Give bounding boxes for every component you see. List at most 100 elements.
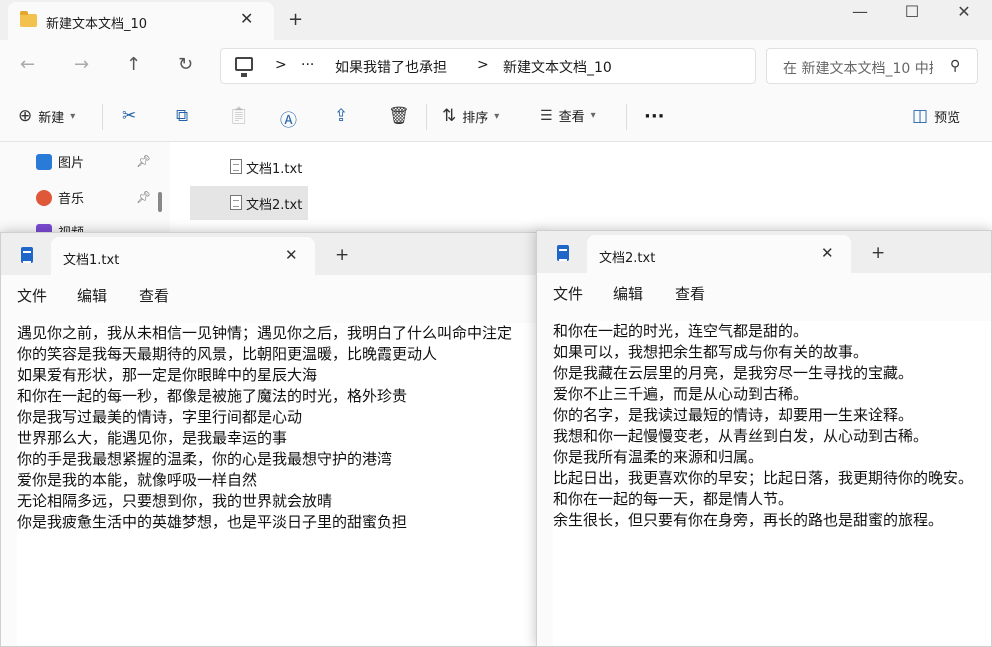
- plus-circle-icon: ⊕: [18, 106, 33, 126]
- menu-file[interactable]: 文件: [553, 283, 583, 304]
- text-line: 无论相隔多远，只要想到你，我的世界就会放晴: [17, 492, 333, 510]
- notepad-menu-bar: 文件 编辑 查看: [537, 273, 991, 309]
- text-line: 如果爱有形状，那一定是你眼眸中的星辰大海: [17, 366, 318, 384]
- refresh-button[interactable]: ↻: [178, 54, 193, 75]
- sidebar-item-music[interactable]: 音乐: [36, 188, 84, 207]
- notepad-icon: [557, 245, 569, 261]
- view-button-label: 查看: [558, 110, 585, 125]
- chevron-down-icon: ▾: [494, 110, 500, 122]
- list-view-icon: ☰: [540, 107, 553, 124]
- notepad-window-2: 文档2.txt ✕ + 文件 编辑 查看 和你在一起的时光，连空气都是甜的。 如…: [536, 230, 992, 647]
- address-bar[interactable]: > ··· 如果我错了也承担 > 新建文本文档_10: [220, 48, 756, 84]
- notepad-menu-bar: 文件 编辑 查看: [1, 275, 539, 311]
- text-line: 我想和你一起慢慢变老，从青丝到白发，从心动到古稀。: [553, 427, 929, 445]
- text-line: 比起日出，我更喜欢你的早安；比起日落，我更期待你的晚安。: [553, 469, 974, 487]
- notepad-tab[interactable]: 文档2.txt ✕: [587, 235, 851, 273]
- search-box[interactable]: 在 新建文本文档_10 中搜索 ⚲: [766, 48, 978, 84]
- file-name: 文档2.txt: [246, 197, 303, 213]
- text-line: 爱你不止三千遍，而是从心动到古稀。: [553, 385, 809, 403]
- copy-icon: ⧉: [176, 106, 189, 126]
- share-icon: ⇪: [334, 106, 349, 126]
- notepad-icon: [21, 247, 33, 263]
- notepad-new-tab-button[interactable]: +: [335, 245, 349, 265]
- address-more-button[interactable]: ···: [301, 57, 314, 73]
- preview-pane-icon: ◫: [912, 106, 929, 126]
- close-window-button[interactable]: ✕: [938, 0, 990, 32]
- rename-button[interactable]: Ⓐ: [280, 106, 297, 131]
- menu-view[interactable]: 查看: [675, 283, 705, 304]
- tab-close-icon[interactable]: ✕: [821, 244, 834, 262]
- more-options-button[interactable]: ···: [644, 106, 665, 127]
- menu-edit[interactable]: 编辑: [77, 285, 107, 306]
- explorer-tab-close-icon[interactable]: ✕: [240, 9, 253, 28]
- sort-icon: ⇅: [442, 106, 457, 126]
- notepad-window-1: 文档1.txt ✕ + 文件 编辑 查看 遇见你之前，我从未相信一见钟情；遇见你…: [0, 232, 540, 647]
- menu-view[interactable]: 查看: [139, 285, 169, 306]
- address-separator: >: [275, 57, 287, 73]
- explorer-title-bar: 新建文本文档_10 ✕ + — ☐ ✕: [0, 0, 992, 40]
- divider: [102, 104, 103, 130]
- trash-icon: 🗑︎: [388, 106, 410, 126]
- copy-button[interactable]: ⧉: [176, 106, 188, 126]
- menu-edit[interactable]: 编辑: [613, 283, 643, 304]
- music-icon: [36, 189, 52, 206]
- text-line: 你是我藏在云层里的月亮，是我穷尽一生寻找的宝藏。: [553, 364, 914, 382]
- explorer-nav-bar: ← → ↑ ↻ > ··· 如果我错了也承担 > 新建文本文档_10 在 新建文…: [0, 40, 992, 92]
- preview-pane-button[interactable]: ◫ 预览: [912, 106, 960, 126]
- sidebar-item-label: 音乐: [58, 192, 85, 207]
- text-line: 你是我写过最美的情诗，字里行间都是心动: [17, 408, 303, 426]
- text-line: 你是我疲惫生活中的英雄梦想，也是平淡日子里的甜蜜负担: [17, 513, 408, 531]
- command-bar: ⊕ 新建 ▾ ✂ ⧉ 📋︎ Ⓐ ⇪ 🗑︎ ⇅ 排序 ▾ ☰ 查看 ▾ ··· ◫…: [0, 92, 992, 142]
- maximize-button[interactable]: ☐: [886, 0, 938, 32]
- file-name: 文档1.txt: [246, 161, 303, 177]
- text-line: 你的笑容是我每天最期待的风景，比朝阳更温暖，比晚霞更动人: [17, 345, 438, 363]
- back-button[interactable]: ←: [20, 54, 35, 75]
- text-line: 你的手是我最想紧握的温柔，你的心是我最想守护的港湾: [17, 450, 393, 468]
- sidebar-scrollbar[interactable]: [158, 192, 162, 212]
- explorer-tab-title: 新建文本文档_10: [46, 17, 148, 32]
- menu-file[interactable]: 文件: [17, 285, 47, 306]
- sidebar-item-label: 图片: [58, 156, 85, 171]
- notepad-tab[interactable]: 文档1.txt ✕: [51, 237, 315, 275]
- computer-icon: [235, 57, 253, 77]
- folder-icon: [20, 11, 37, 27]
- share-button[interactable]: ⇪: [334, 106, 348, 126]
- new-button-label: 新建: [38, 110, 65, 126]
- file-item-selected[interactable]: 文档2.txt: [190, 186, 308, 220]
- search-icon: ⚲: [950, 58, 961, 74]
- explorer-new-tab-button[interactable]: +: [288, 9, 303, 30]
- breadcrumb-folder-parent[interactable]: 如果我错了也承担: [335, 57, 447, 77]
- up-button[interactable]: ↑: [126, 54, 141, 75]
- notepad-text-area[interactable]: 遇见你之前，我从未相信一见钟情；遇见你之后，我明白了什么叫命中注定 你的笑容是我…: [17, 323, 539, 646]
- view-button[interactable]: ☰ 查看 ▾: [540, 106, 596, 126]
- notepad-new-tab-button[interactable]: +: [871, 243, 885, 263]
- text-line: 如果可以，我想把余生都写成与你有关的故事。: [553, 343, 869, 361]
- text-line: 和你在一起的每一秒，都像是被施了魔法的时光，格外珍贵: [17, 387, 408, 405]
- forward-button[interactable]: →: [74, 54, 89, 75]
- divider: [626, 104, 627, 130]
- paste-button[interactable]: 📋︎: [228, 106, 250, 126]
- sidebar-item-pictures[interactable]: 图片: [36, 152, 84, 171]
- breadcrumb-folder-current[interactable]: 新建文本文档_10: [503, 57, 612, 77]
- new-button[interactable]: ⊕ 新建 ▾: [18, 106, 75, 126]
- search-input[interactable]: 在 新建文本文档_10 中搜索: [783, 58, 933, 78]
- text-line: 和你在一起的时光，连空气都是甜的。: [553, 322, 809, 340]
- tab-close-icon[interactable]: ✕: [285, 246, 298, 264]
- minimize-button[interactable]: —: [834, 0, 886, 32]
- delete-button[interactable]: 🗑︎: [388, 106, 410, 126]
- text-line: 你的名字，是我读过最短的情诗，却要用一生来诠释。: [553, 406, 914, 424]
- file-item[interactable]: 文档1.txt: [190, 150, 308, 184]
- text-line: 遇见你之前，我从未相信一见钟情；遇见你之后，我明白了什么叫命中注定: [17, 324, 513, 342]
- clipboard-icon: 📋︎: [228, 106, 250, 126]
- notepad-tab-title: 文档2.txt: [599, 251, 656, 266]
- pictures-icon: [36, 153, 52, 170]
- explorer-tab[interactable]: 新建文本文档_10 ✕: [8, 2, 274, 40]
- pin-icon[interactable]: 📌︎: [136, 154, 151, 168]
- text-line: 你是我所有温柔的来源和归属。: [553, 448, 764, 466]
- pin-icon[interactable]: 📌︎: [136, 190, 151, 204]
- notepad-tab-title: 文档1.txt: [63, 253, 120, 268]
- sort-button[interactable]: ⇅ 排序 ▾: [442, 106, 499, 126]
- cut-button[interactable]: ✂: [122, 106, 136, 126]
- notepad-text-area[interactable]: 和你在一起的时光，连空气都是甜的。 如果可以，我想把余生都写成与你有关的故事。 …: [553, 321, 991, 646]
- sort-button-label: 排序: [462, 110, 489, 126]
